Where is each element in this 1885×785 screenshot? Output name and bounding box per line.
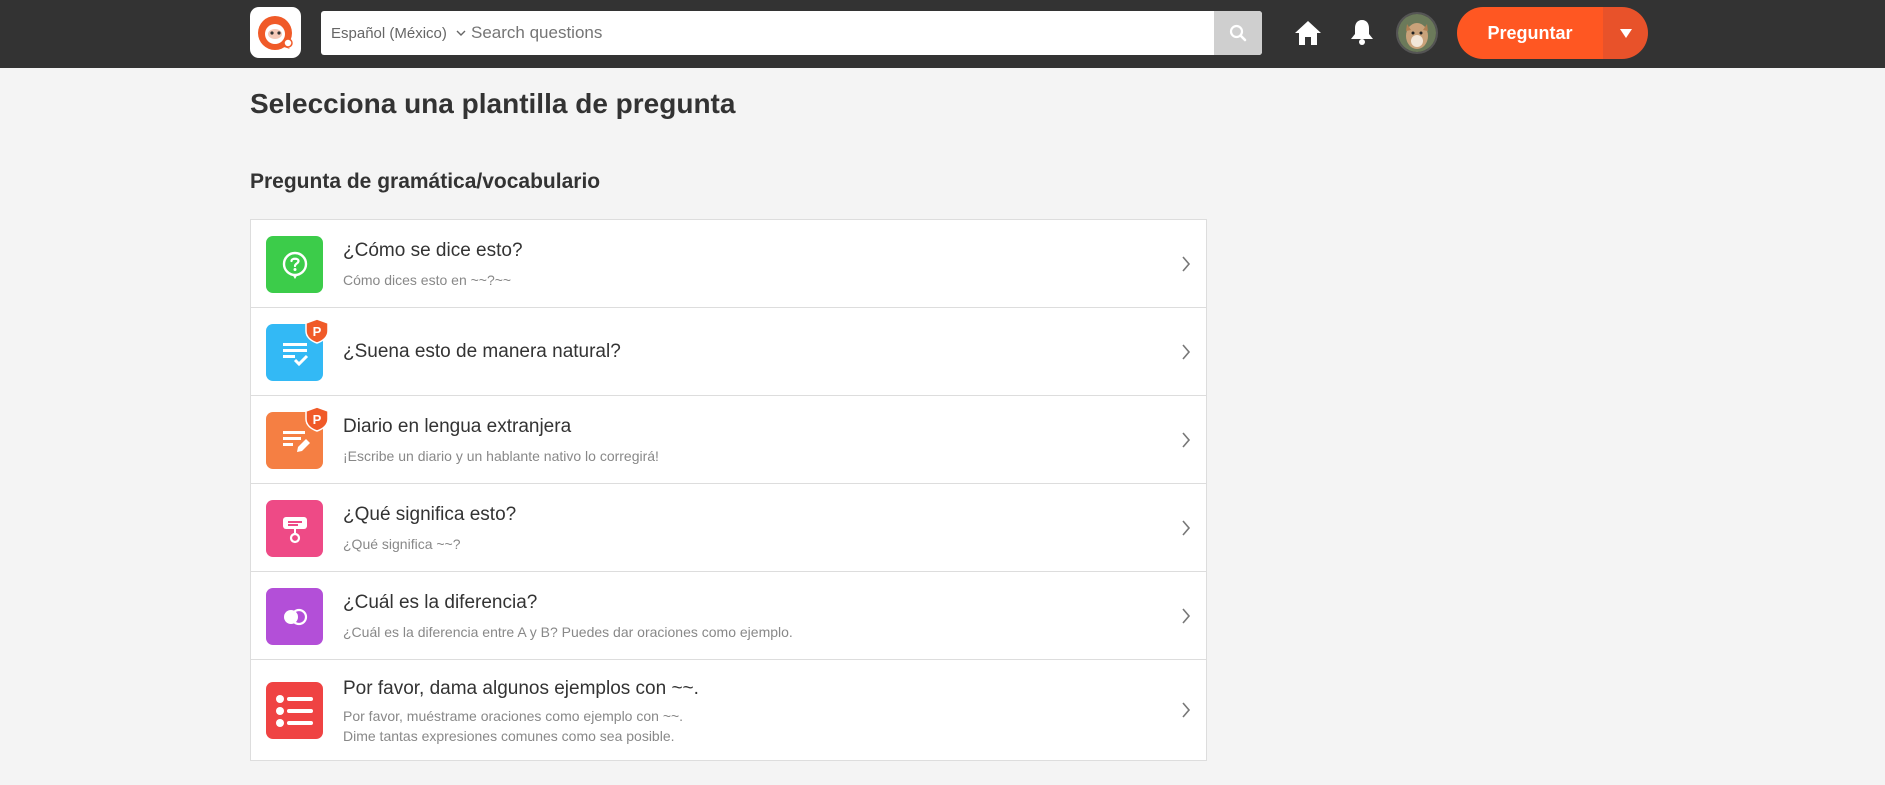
chevron-right-icon [1182, 520, 1191, 536]
premium-badge-label: P [313, 324, 322, 339]
top-navigation-bar: Español (México) Preguntar [0, 0, 1885, 68]
language-select-label: Español (México) [331, 24, 447, 42]
template-item-diary[interactable]: P Diario en lengua extranjera ¡Escribe u… [251, 396, 1206, 484]
template-subtitle: ¡Escribe un diario y un hablante nativo … [343, 448, 659, 464]
template-subtitle: Cómo dices esto en ~~?~~ [343, 272, 512, 288]
template-item-examples[interactable]: Por favor, dama algunos ejemplos con ~~.… [251, 660, 1206, 760]
search-bar: Español (México) [321, 11, 1262, 55]
circles-compare-icon [266, 588, 323, 645]
ask-dropdown-button[interactable] [1603, 7, 1648, 59]
bell-icon[interactable] [1348, 17, 1376, 47]
template-title: ¿Qué significa esto? [343, 504, 517, 525]
template-item-difference[interactable]: ¿Cuál es la diferencia? ¿Cuál es la dife… [251, 572, 1206, 660]
question-bubble-icon [266, 236, 323, 293]
logo-icon[interactable] [250, 7, 301, 58]
template-item-meaning[interactable]: ¿Qué significa esto? ¿Qué significa ~~? [251, 484, 1206, 572]
template-title: ¿Cómo se dice esto? [343, 240, 523, 261]
page-title: Selecciona una plantilla de pregunta [250, 88, 736, 119]
template-subtitle: ¿Cuál es la diferencia entre A y B? Pued… [343, 624, 793, 640]
chevron-right-icon [1182, 256, 1191, 272]
premium-badge-label: P [313, 412, 322, 427]
template-title: Diario en lengua extranjera [343, 416, 572, 437]
avatar[interactable] [1396, 12, 1438, 54]
search-input[interactable] [471, 11, 1214, 55]
search-icon [1229, 24, 1247, 42]
language-select[interactable]: Español (México) [321, 11, 471, 55]
template-subtitle: Por favor, muéstrame oraciones como ejem… [343, 708, 684, 724]
section-title: Pregunta de gramática/vocabulario [250, 170, 601, 193]
chevron-right-icon [1182, 432, 1191, 448]
premium-badge-icon: P [305, 406, 329, 432]
chevron-down-icon [456, 30, 466, 36]
template-item-how-to-say[interactable]: ¿Cómo se dice esto? Cómo dices esto en ~… [251, 220, 1206, 308]
template-title: Por favor, dama algunos ejemplos con ~~. [343, 678, 699, 699]
home-icon[interactable] [1293, 18, 1323, 48]
chevron-right-icon [1182, 344, 1191, 360]
chevron-right-icon [1182, 608, 1191, 624]
sign-icon [266, 500, 323, 557]
template-subtitle: ¿Qué significa ~~? [343, 536, 461, 552]
ask-question-button[interactable]: Preguntar [1457, 7, 1603, 59]
template-title: ¿Suena esto de manera natural? [343, 341, 621, 362]
search-button[interactable] [1214, 11, 1262, 55]
template-item-sounds-natural[interactable]: P ¿Suena esto de manera natural? [251, 308, 1206, 396]
chevron-right-icon [1182, 702, 1191, 718]
bulleted-list-icon [266, 682, 323, 739]
template-list: ¿Cómo se dice esto? Cómo dices esto en ~… [250, 219, 1207, 761]
template-subtitle-line2: Dime tantas expresiones comunes como sea… [343, 728, 675, 744]
premium-badge-icon: P [305, 318, 329, 344]
ask-question-button-group: Preguntar [1457, 7, 1648, 59]
caret-down-icon [1619, 29, 1632, 38]
template-title: ¿Cuál es la diferencia? [343, 592, 538, 613]
